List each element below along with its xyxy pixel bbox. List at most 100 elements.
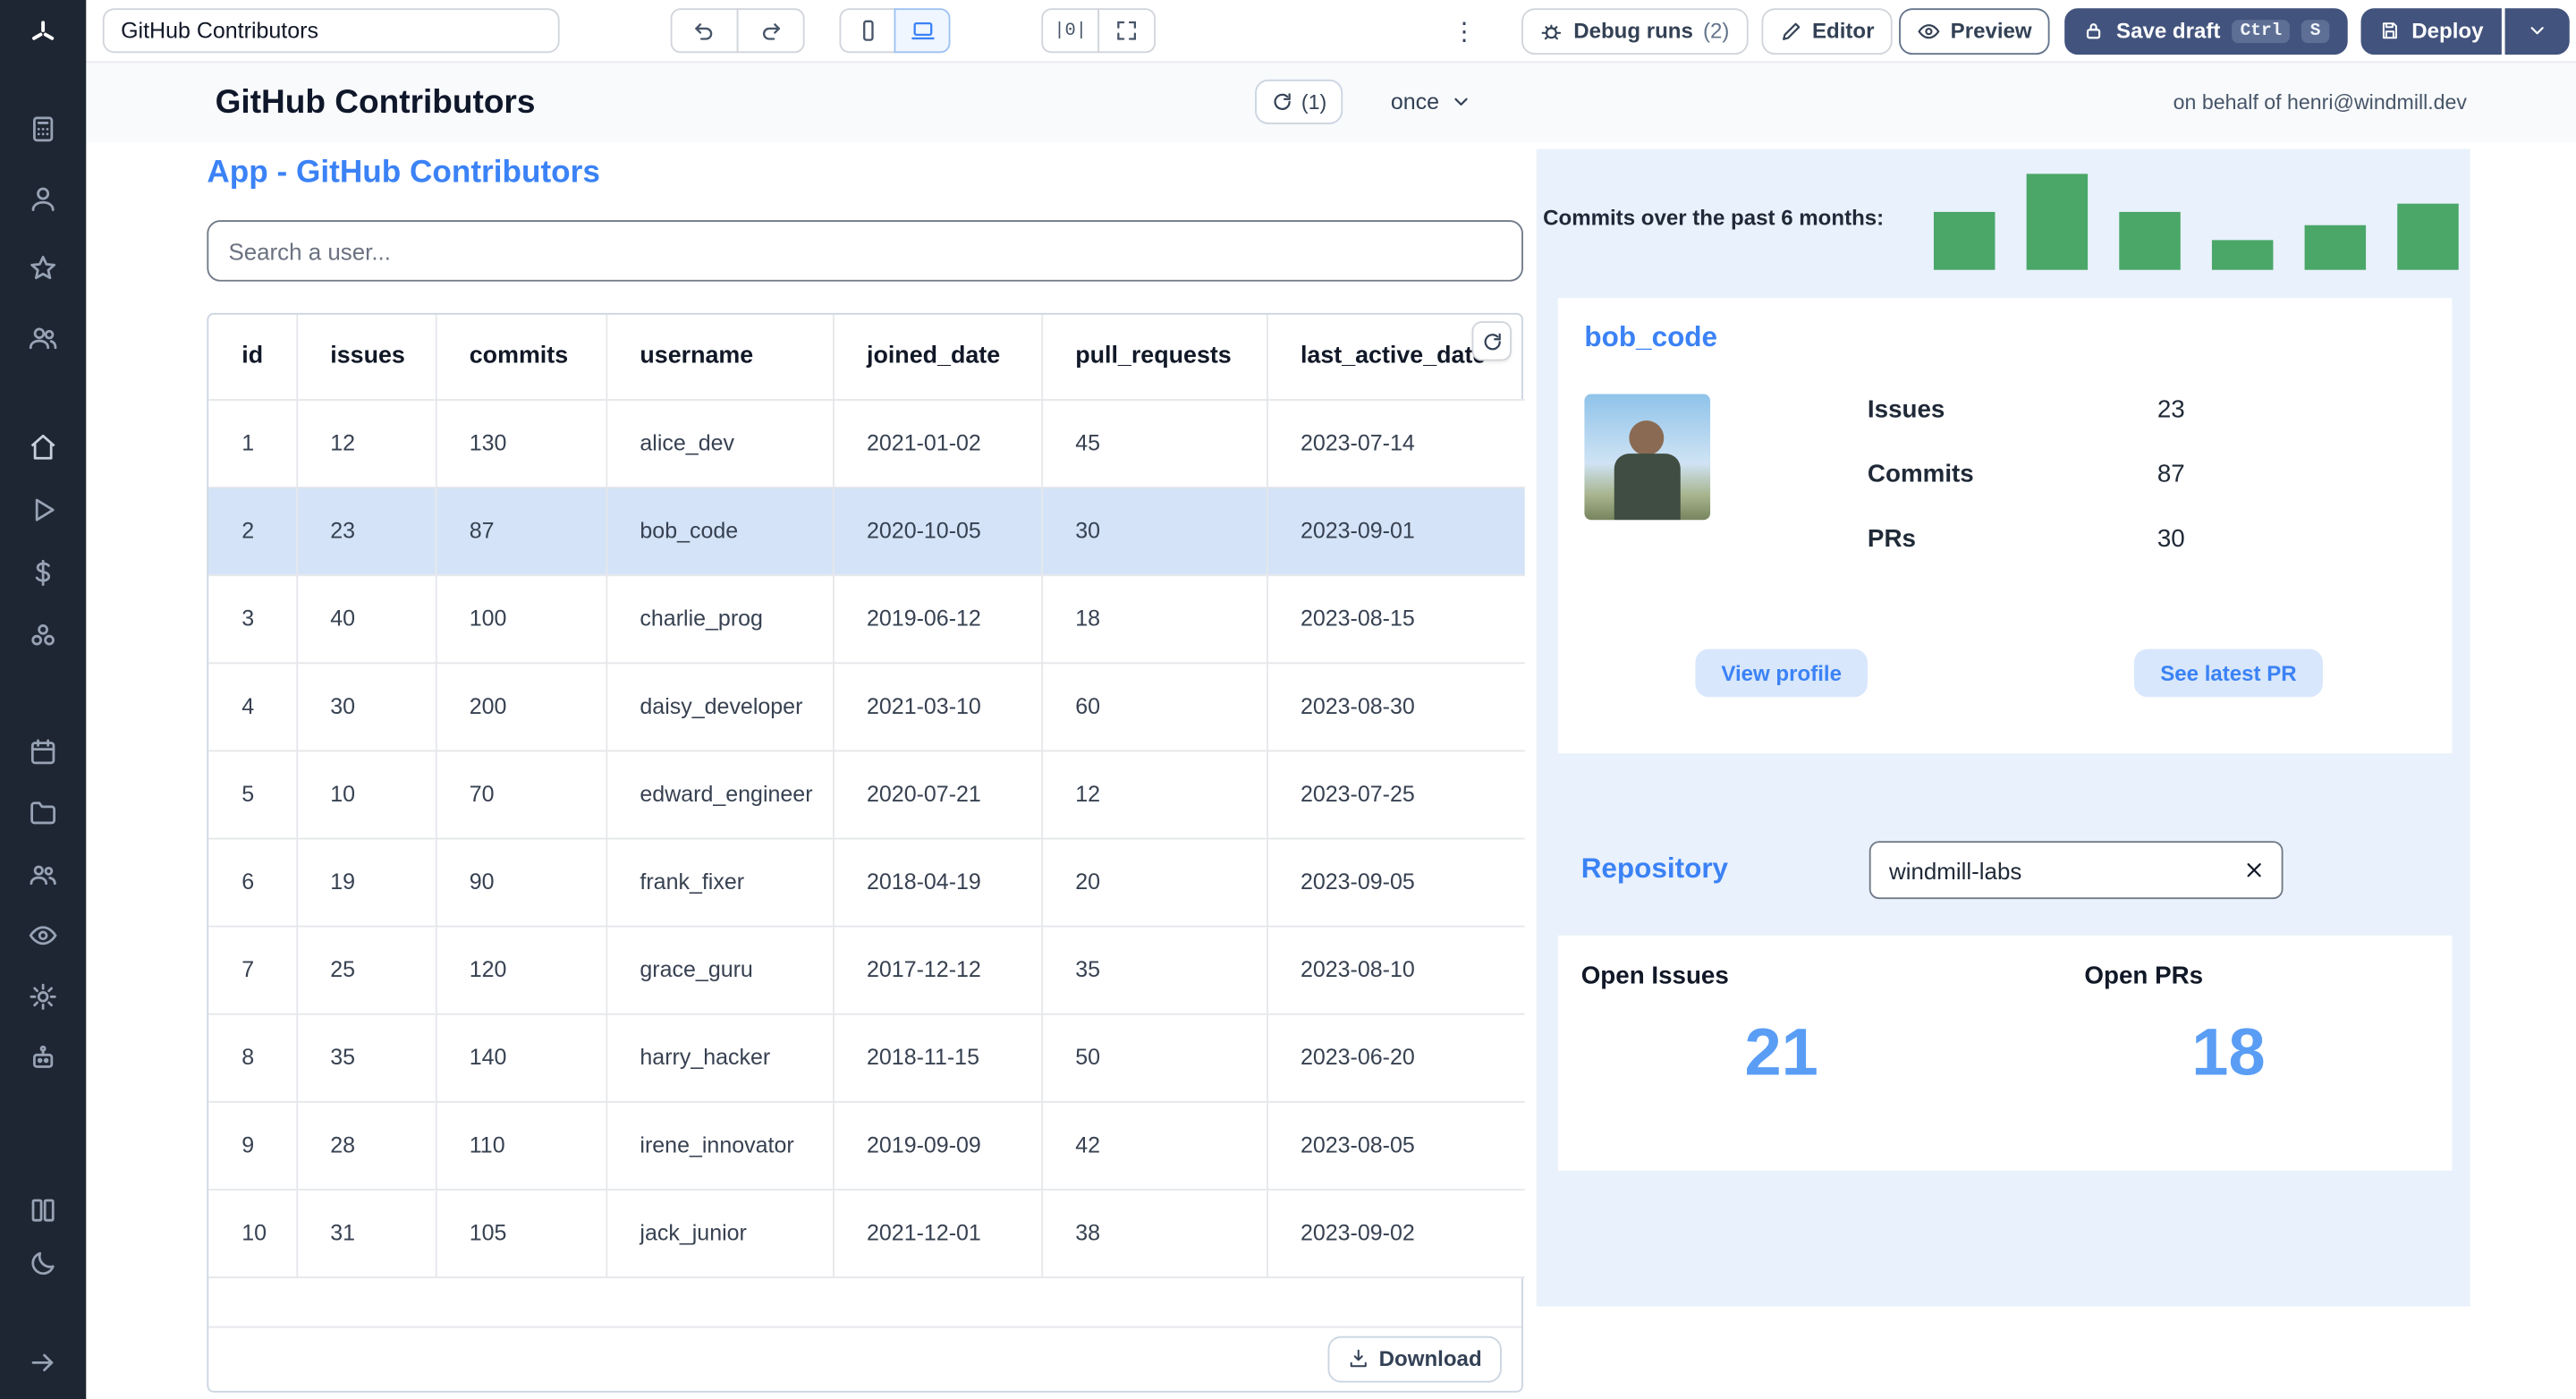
column-header[interactable]: id (208, 314, 298, 401)
chart-bar (1933, 211, 1996, 270)
app-canvas: App - GitHub Contributors idissuescommit… (86, 142, 2576, 1399)
table-row[interactable]: 8 35 140 harry_hacker 2018-11-15 50 2023-06-20 (208, 1013, 1525, 1102)
schedule-value: once (1390, 89, 1440, 114)
open-prs-col: Open PRs 18 (2005, 936, 2453, 1171)
open-issues-value: 21 (1744, 1016, 1818, 1090)
table-row[interactable]: 2 23 87 bob_code 2020-10-05 30 2023-09-01 (208, 487, 1525, 576)
docs-icon[interactable] (27, 1194, 60, 1227)
gear-icon[interactable] (27, 980, 60, 1013)
resources-icon[interactable] (27, 619, 60, 652)
repository-input[interactable] (1888, 856, 2239, 884)
desktop-icon (911, 21, 934, 40)
table-refresh-button[interactable] (1471, 321, 1512, 361)
table-footer: Download (208, 1327, 1521, 1390)
users-icon[interactable] (27, 321, 60, 354)
stat-label: Commits (1867, 460, 1974, 489)
expand-sidebar-icon[interactable] (27, 1346, 60, 1379)
table-cell: 120 (435, 925, 607, 1014)
folder-icon[interactable] (27, 796, 60, 829)
app-heading: App - GitHub Contributors (207, 155, 600, 191)
table-cell: frank_fixer (606, 837, 834, 927)
deploy-button[interactable]: Deploy (2360, 7, 2502, 55)
table-cell: 5 (208, 750, 298, 839)
debug-runs-button[interactable]: Debug runs (2) (1521, 7, 1748, 55)
table-row[interactable]: 9 28 110 irene_innovator 2019-09-09 42 2023-08… (208, 1100, 1525, 1190)
desktop-view-button[interactable] (894, 8, 951, 54)
fullscreen-button[interactable] (1097, 8, 1156, 54)
table-cell: 19 (296, 837, 436, 927)
windmill-logo[interactable] (27, 17, 60, 50)
table-cell: 100 (435, 574, 607, 664)
table-cell: 20 (1041, 837, 1267, 927)
schedule-select[interactable]: once (1381, 80, 1482, 124)
preview-button[interactable]: Preview (1899, 7, 2051, 55)
eye-icon[interactable] (27, 919, 60, 952)
column-header[interactable]: username (606, 314, 834, 401)
groups-icon[interactable] (27, 858, 60, 891)
table-cell: 87 (435, 487, 607, 576)
chart-bar (2211, 240, 2274, 270)
robot-icon[interactable] (27, 1041, 60, 1074)
table-cell: alice_dev (606, 399, 834, 488)
column-header[interactable]: commits (435, 314, 607, 401)
detail-panel: Commits over the past 6 months: bob_code… (1536, 148, 2470, 1307)
align-button[interactable]: |0| (1041, 8, 1100, 54)
close-icon[interactable] (2239, 855, 2268, 885)
save-draft-button[interactable]: Save draft Ctrl S (2064, 7, 2348, 55)
table-cell: 40 (296, 574, 436, 664)
table-row[interactable]: 1 12 130 alice_dev 2021-01-02 45 2023-07-14 (208, 399, 1525, 488)
table-row[interactable]: 10 31 105 jack_junior 2021-12-01 38 2023-09-02 (208, 1189, 1525, 1278)
column-header[interactable]: pull_requests (1041, 314, 1267, 401)
table-row[interactable]: 3 40 100 charlie_prog 2019-06-12 18 2023-08-15 (208, 574, 1525, 664)
star-icon[interactable] (27, 251, 60, 284)
stat-value: 30 (2157, 524, 2185, 554)
deploy-dropdown-button[interactable] (2504, 7, 2570, 55)
table-cell: 2023-09-05 (1267, 837, 1525, 927)
table-cell: 50 (1041, 1013, 1267, 1102)
table-row[interactable]: 7 25 120 grace_guru 2017-12-12 35 2023-08-10 (208, 925, 1525, 1014)
play-icon[interactable] (27, 494, 60, 527)
page-title: GitHub Contributors (215, 83, 536, 121)
open-stats-card: Open Issues 21 Open PRs 18 (1557, 935, 2453, 1171)
debug-runs-label: Debug runs (1573, 18, 1693, 44)
search-input[interactable] (207, 220, 1523, 282)
refresh-icon (1483, 332, 1500, 350)
view-profile-button[interactable]: View profile (1694, 649, 1868, 698)
user-icon[interactable] (27, 182, 60, 216)
app-title-input[interactable] (102, 8, 560, 54)
undo-button[interactable] (670, 8, 739, 54)
column-header[interactable]: issues (296, 314, 436, 401)
table-cell: 110 (435, 1100, 607, 1190)
table-cell: 4 (208, 662, 298, 751)
save-draft-label: Save draft (2116, 18, 2221, 44)
calculator-icon[interactable] (27, 113, 60, 146)
redo-button[interactable] (736, 8, 805, 54)
open-issues-col: Open Issues 21 (1558, 936, 2005, 1171)
table-row[interactable]: 5 10 70 edward_engineer 2020-07-21 12 2023-07-… (208, 750, 1525, 839)
download-button[interactable]: Download (1327, 1335, 1502, 1382)
table-cell: 10 (208, 1189, 298, 1278)
see-latest-pr-button[interactable]: See latest PR (2133, 649, 2324, 698)
refresh-count: (1) (1301, 89, 1327, 114)
app-refresh-button[interactable]: (1) (1255, 79, 1343, 124)
table-row[interactable]: 6 19 90 frank_fixer 2018-04-19 20 2023-09-05 (208, 837, 1525, 927)
table-cell: jack_junior (606, 1189, 834, 1278)
table-cell: 2023-07-25 (1267, 750, 1525, 839)
column-header[interactable]: joined_date (833, 314, 1043, 401)
table-cell: irene_innovator (606, 1100, 834, 1190)
eye-icon (1918, 23, 1940, 38)
table-cell: 12 (1041, 750, 1267, 839)
undo-icon (695, 23, 713, 40)
table-row[interactable]: 4 30 200 daisy_developer 2021-03-10 60 2023-08… (208, 662, 1525, 751)
open-issues-label: Open Issues (1580, 962, 1729, 990)
kebab-menu[interactable]: ⋮ (1446, 16, 1483, 45)
table-cell: 9 (208, 1100, 298, 1190)
calendar-icon[interactable] (27, 735, 60, 768)
home-icon[interactable] (27, 430, 60, 463)
editor-button[interactable]: Editor (1760, 7, 1893, 55)
dollar-icon[interactable] (27, 556, 60, 589)
table-cell: 2023-09-02 (1267, 1189, 1525, 1278)
contributors-section: App - GitHub Contributors idissuescommit… (207, 155, 1525, 1392)
moon-icon[interactable] (27, 1247, 60, 1280)
mobile-view-button[interactable] (839, 8, 896, 54)
